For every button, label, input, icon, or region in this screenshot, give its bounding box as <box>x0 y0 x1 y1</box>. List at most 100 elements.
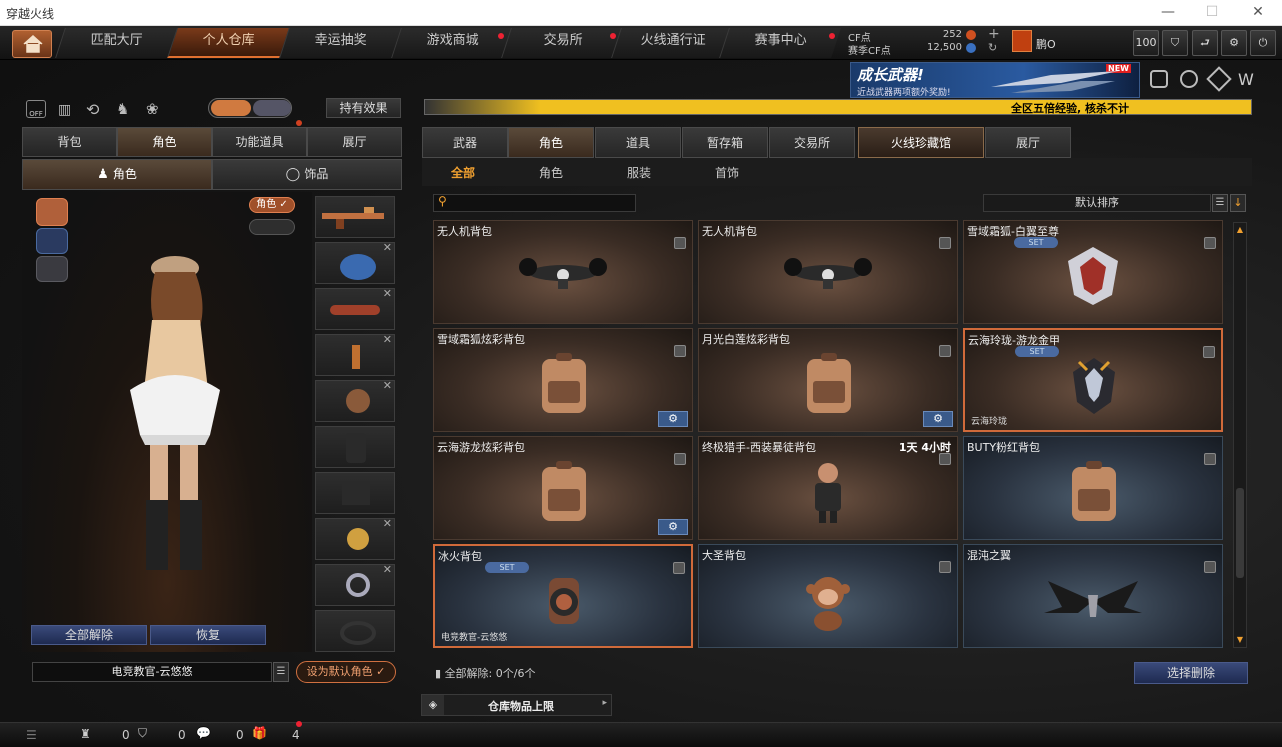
remove-icon[interactable]: ✕ <box>383 517 392 530</box>
minimize-button[interactable]: — <box>1154 2 1182 22</box>
item-card[interactable]: 月光白莲炫彩背包 ⚙ <box>698 328 958 432</box>
nav-tab-exchange[interactable]: 交易所 <box>501 28 623 58</box>
remove-icon[interactable]: ✕ <box>383 379 392 392</box>
scrollbar[interactable]: ▲ ▼ <box>1233 222 1247 648</box>
star-icon[interactable] <box>1206 66 1232 92</box>
item-card[interactable]: 终极猎手-西装暴徒背包 1天 4小时 <box>698 436 958 540</box>
shield-icon[interactable]: ⛉ <box>1162 30 1188 56</box>
remove-icon[interactable]: ✕ <box>383 563 392 576</box>
restore-button[interactable]: 恢复 <box>150 625 266 645</box>
right-tab-items[interactable]: 道具 <box>595 127 681 158</box>
right-tab-collection[interactable]: 火线珍藏馆 <box>858 127 984 158</box>
lock-icon[interactable] <box>1203 346 1215 358</box>
settings-gear-icon[interactable]: ⚙ <box>1221 30 1247 56</box>
subtab-clothing[interactable]: 服装 <box>604 160 674 186</box>
home-button[interactable] <box>12 30 52 58</box>
lock-icon[interactable] <box>674 237 686 249</box>
slot-goggles[interactable]: ✕ <box>315 287 395 330</box>
item-card[interactable]: 大圣背包 <box>698 544 958 648</box>
lock-icon[interactable] <box>939 237 951 249</box>
right-tab-showroom[interactable]: 展厅 <box>985 127 1071 158</box>
slot-pants-empty[interactable] <box>315 472 395 514</box>
right-tab-exchange[interactable]: 交易所 <box>769 127 855 158</box>
sort-dropdown[interactable]: 默认排序 <box>983 194 1211 212</box>
visibility-chip[interactable] <box>249 219 295 235</box>
helmet-mode-icon[interactable] <box>36 198 68 226</box>
sort-direction-icon[interactable]: ↓ <box>1230 194 1246 212</box>
add-cf-icon[interactable]: + <box>988 26 1000 42</box>
storage-limit-bar[interactable]: ◈ 仓库物品上限 ▸ <box>421 694 612 716</box>
scroll-down-icon[interactable]: ▼ <box>1235 635 1245 645</box>
subtab-role[interactable]: ♟ 角色 <box>22 159 212 190</box>
level-badge[interactable]: 100 <box>1133 30 1159 56</box>
nav-tab-pass[interactable]: 火线通行证 <box>611 28 733 58</box>
left-tab-showroom[interactable]: 展厅 <box>307 127 402 157</box>
close-button[interactable]: ✕ <box>1244 2 1272 22</box>
left-tab-backpack[interactable]: 背包 <box>22 127 117 157</box>
clear-all-button[interactable]: 全部解除 <box>31 625 147 645</box>
item-card[interactable]: 雪域霜狐-白翼至尊 SET <box>963 220 1223 324</box>
character-name-field[interactable]: 电竞教官-云悠悠 <box>32 662 272 682</box>
return-icon[interactable]: ⮐ <box>1192 30 1218 56</box>
power-icon[interactable]: ⏻ <box>1250 30 1276 56</box>
lock-icon[interactable] <box>939 561 951 573</box>
slot-empty[interactable] <box>315 610 395 652</box>
maximize-button[interactable]: ☐ <box>1198 2 1226 22</box>
lock-icon[interactable] <box>673 562 685 574</box>
item-card[interactable]: 混沌之翼 <box>963 544 1223 648</box>
lock-icon[interactable] <box>1204 453 1216 465</box>
lock-icon[interactable] <box>1204 237 1216 249</box>
stats-icon[interactable]: ▥ <box>58 102 71 118</box>
refresh-icon[interactable]: ↻ <box>988 41 997 54</box>
wings-logo-icon[interactable]: W <box>1238 70 1254 89</box>
subtab-all[interactable]: 全部 <box>428 160 498 186</box>
remove-icon[interactable]: ✕ <box>383 287 392 300</box>
list-menu-icon[interactable]: ☰ <box>273 662 289 682</box>
lock-icon[interactable] <box>1204 561 1216 573</box>
scroll-up-icon[interactable]: ▲ <box>1235 225 1245 235</box>
nav-tab-warehouse[interactable]: 个人仓库 <box>167 28 289 58</box>
left-tab-role[interactable]: 角色 <box>117 127 212 157</box>
subtab-accessory[interactable]: ◯ 饰品 <box>212 159 402 190</box>
globe-icon[interactable] <box>1180 70 1198 88</box>
search-input[interactable] <box>454 196 632 210</box>
lock-icon[interactable] <box>674 453 686 465</box>
item-card[interactable]: 无人机背包 <box>433 220 693 324</box>
role-chip[interactable]: 角色 ✓ <box>249 197 295 213</box>
left-tab-items[interactable]: 功能道具 <box>212 127 307 157</box>
subtab-jewelry[interactable]: 首饰 <box>692 160 762 186</box>
slot-helmet[interactable]: ✕ <box>315 241 395 284</box>
off-toggle[interactable]: OFF <box>26 100 46 118</box>
select-delete-button[interactable]: 选择删除 <box>1134 662 1248 684</box>
friends-icon[interactable]: ♜ <box>80 727 91 741</box>
mask-mode-icon[interactable] <box>36 228 68 254</box>
customize-gear-icon[interactable]: ⚙ <box>658 411 688 427</box>
right-tab-temp-box[interactable]: 暂存箱 <box>682 127 768 158</box>
slot-ring[interactable]: ✕ <box>315 563 395 606</box>
scrollbar-thumb[interactable] <box>1236 488 1244 578</box>
lock-icon[interactable] <box>939 345 951 357</box>
chat-icon[interactable]: 💬 <box>196 726 211 740</box>
right-tab-role[interactable]: 角色 <box>508 127 594 158</box>
menu-icon[interactable]: ☰ <box>26 728 37 742</box>
remove-icon[interactable]: ✕ <box>383 333 392 346</box>
effects-button[interactable]: 持有效果 <box>326 98 401 118</box>
item-card[interactable]: 冰火背包 SET 电竞教官-云悠悠 <box>433 544 693 648</box>
item-card[interactable]: 云海玲珑-游龙金甲 SET 云海玲珑 <box>963 328 1223 432</box>
lock-icon[interactable] <box>674 345 686 357</box>
slot-accessory[interactable]: ✕ <box>315 517 395 560</box>
slot-rifle[interactable] <box>315 196 395 238</box>
gift-icon[interactable]: 🎁 <box>252 726 267 740</box>
item-card[interactable]: 雪域霜狐炫彩背包 ⚙ <box>433 328 693 432</box>
subtab-role[interactable]: 角色 <box>516 160 586 186</box>
sort-menu-icon[interactable]: ☰ <box>1212 194 1228 212</box>
item-card[interactable]: 云海游龙炫彩背包 ⚙ <box>433 436 693 540</box>
nav-tab-lucky-draw[interactable]: 幸运抽奖 <box>279 28 401 58</box>
slot-vest-empty[interactable] <box>315 426 395 468</box>
username[interactable]: 鹏O <box>1036 36 1056 52</box>
nav-tab-match-hall[interactable]: 匹配大厅 <box>55 28 177 58</box>
weapon-promo-banner[interactable]: 成长武器! 近战武器两项额外奖励! NEW <box>850 62 1140 98</box>
pose-icon[interactable]: ♞ <box>116 100 129 118</box>
remove-icon[interactable]: ✕ <box>383 241 392 254</box>
customize-gear-icon[interactable]: ⚙ <box>658 519 688 535</box>
